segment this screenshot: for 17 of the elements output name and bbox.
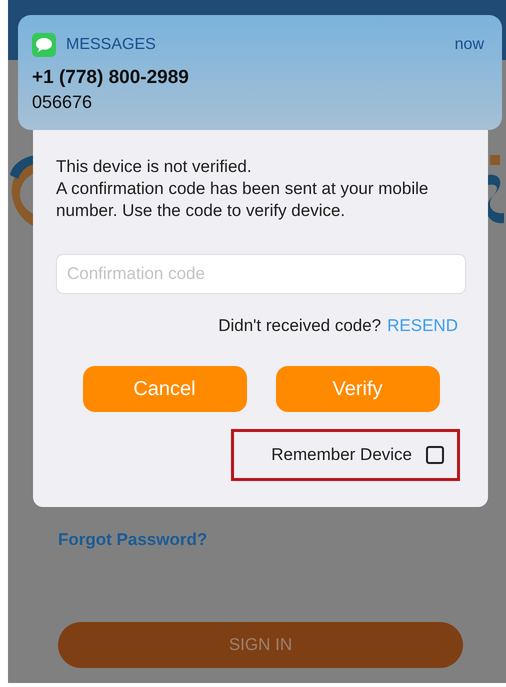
message-sender: +1 (778) 800-2989 <box>32 67 190 89</box>
confirmation-code-field[interactable]: Confirmation code <box>56 254 466 294</box>
sign-in-button[interactable]: SIGN IN <box>58 622 463 668</box>
app-name: MESSAGES <box>66 36 156 54</box>
message-body: 056676 <box>32 92 94 113</box>
notification-time: now <box>454 36 484 54</box>
message-text: This device is not verified. <box>56 156 253 178</box>
messages-app-icon <box>32 33 56 57</box>
remember-device-checkbox[interactable] <box>426 446 444 464</box>
remember-device-label: Remember Device <box>271 445 412 465</box>
message-text: A confirmation code has been sent at your mobile number. Use the code to verify device. <box>56 178 430 222</box>
cancel-button[interactable]: Cancel <box>82 366 246 412</box>
forgot-password-link[interactable]: Forgot Password? <box>58 530 208 550</box>
resend-link[interactable]: RESEND <box>387 316 458 336</box>
verify-button[interactable]: Verify <box>276 366 440 412</box>
notification-banner[interactable]: MESSAGES now +1 (778) 800-2989 056676 <box>18 15 502 130</box>
resend-prompt: Didn't received code? <box>218 316 382 336</box>
